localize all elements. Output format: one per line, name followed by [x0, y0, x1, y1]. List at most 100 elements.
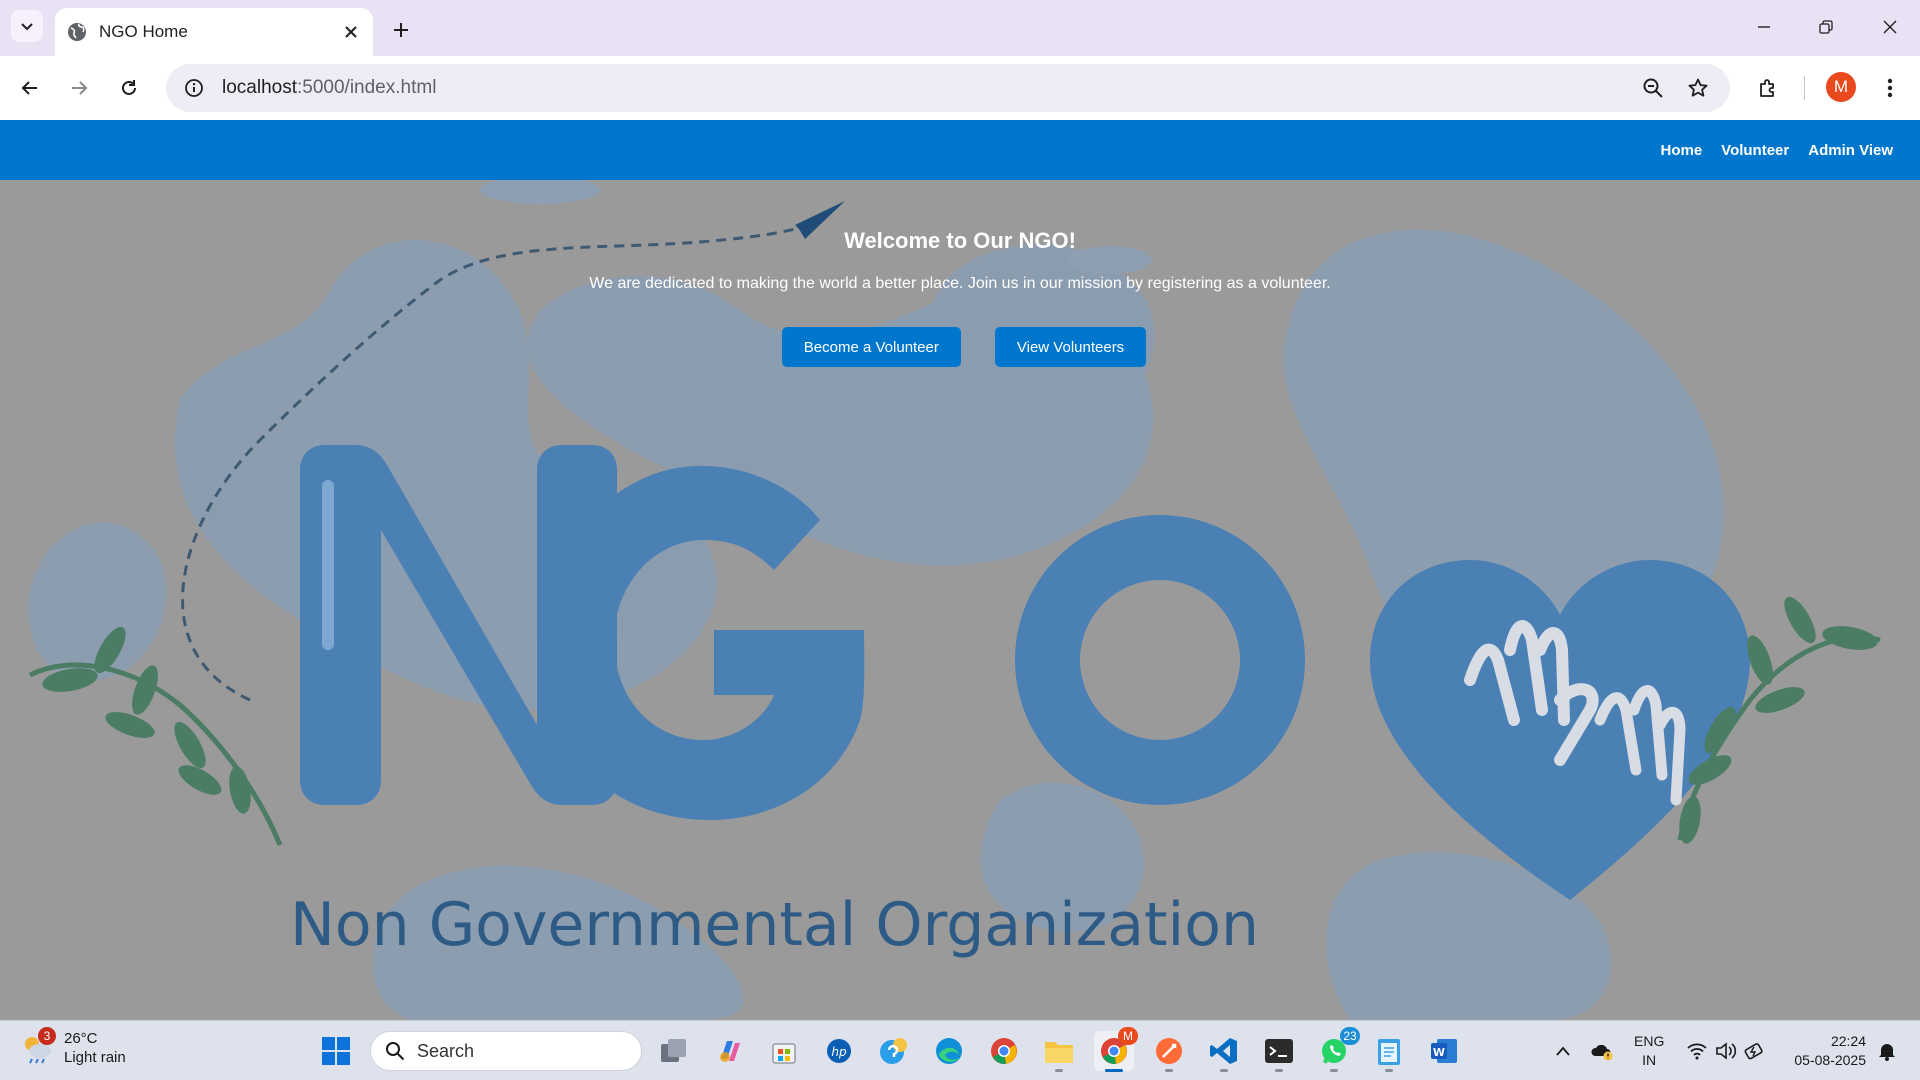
web-page: Home Volunteer Admin View Non Government… [0, 120, 1920, 1020]
kebab-menu-icon [1887, 78, 1893, 98]
input-language[interactable]: ENG IN [1634, 1032, 1664, 1070]
start-button[interactable] [316, 1031, 356, 1071]
taskbar-notepad[interactable] [1369, 1031, 1409, 1072]
running-indicator [1055, 1069, 1063, 1072]
word-icon: W [1431, 1039, 1457, 1063]
chrome-profile-badge: M [1118, 1027, 1138, 1045]
battery-tray[interactable] [1742, 1036, 1768, 1066]
address-bar[interactable]: localhost:5000/index.html [166, 64, 1730, 112]
arrow-left-icon [21, 81, 37, 95]
minimize-button[interactable] [1744, 10, 1784, 44]
taskbar-whatsapp[interactable]: 23 [1314, 1027, 1360, 1072]
back-button[interactable] [12, 70, 48, 106]
taskbar-terminal[interactable] [1259, 1031, 1299, 1072]
taskbar-chrome-profile[interactable]: M [1094, 1027, 1138, 1072]
volume-tray[interactable] [1713, 1036, 1739, 1066]
site-navbar: Home Volunteer Admin View [0, 120, 1920, 180]
running-indicator [1330, 1069, 1338, 1072]
hero-subtitle: We are dedicated to making the world a b… [589, 275, 1331, 292]
notification-bell-icon [1879, 1044, 1895, 1061]
weather-temp: 26°C [64, 1030, 98, 1047]
forward-button[interactable] [61, 70, 97, 106]
wifi-tray[interactable] [1684, 1036, 1710, 1066]
taskbar-postman[interactable] [1149, 1031, 1189, 1072]
taskbar-copilot[interactable] [709, 1031, 749, 1071]
taskbar-edge[interactable] [929, 1031, 969, 1071]
running-indicator [1275, 1069, 1283, 1072]
restore-icon [1819, 20, 1833, 34]
windows-logo-icon [322, 1037, 350, 1065]
clock-time: 22:24 [1830, 1033, 1866, 1049]
tab-search-button[interactable] [11, 10, 43, 42]
close-icon [1883, 20, 1897, 34]
nav-link-admin-view[interactable]: Admin View [1808, 142, 1893, 159]
task-view-icon [661, 1039, 686, 1062]
taskbar-store[interactable] [764, 1031, 804, 1071]
whatsapp-badge: 23 [1340, 1027, 1360, 1045]
browser-menu-button[interactable] [1872, 70, 1908, 106]
tips-icon [880, 1038, 907, 1064]
browser-tab-active[interactable]: NGO Home [55, 8, 373, 56]
view-volunteers-button[interactable]: View Volunteers [994, 327, 1147, 367]
plus-icon [394, 23, 408, 37]
onedrive-tray[interactable] [1588, 1036, 1616, 1066]
notifications-button[interactable] [1874, 1036, 1900, 1066]
taskbar-tips[interactable] [874, 1031, 914, 1071]
cloud-warning-icon [1591, 1044, 1613, 1061]
lang-line-2: IN [1642, 1052, 1657, 1068]
profile-avatar[interactable]: M [1826, 72, 1856, 102]
copilot-icon [720, 1041, 740, 1062]
store-icon [772, 1043, 796, 1064]
close-window-button[interactable] [1870, 10, 1910, 44]
svg-text:W: W [1433, 1046, 1445, 1059]
folder-icon [1045, 1042, 1073, 1063]
extensions-button[interactable] [1750, 70, 1786, 106]
bookmark-star-icon[interactable] [1680, 70, 1716, 106]
become-volunteer-button[interactable]: Become a Volunteer [781, 327, 961, 367]
task-view-button[interactable] [654, 1031, 694, 1071]
taskbar-file-explorer[interactable] [1039, 1031, 1079, 1072]
toolbar-divider [1804, 76, 1805, 100]
hero-buttons: Become a Volunteer View Volunteers [0, 327, 1920, 367]
chrome-icon [991, 1038, 1017, 1065]
puzzle-icon [1760, 79, 1774, 97]
browser-toolbar: localhost:5000/index.html [0, 56, 1920, 120]
taskbar-chrome[interactable] [984, 1031, 1024, 1071]
hero-title: Welcome to Our NGO! [844, 228, 1076, 253]
tab-title: NGO Home [99, 22, 188, 41]
globe-icon [67, 22, 87, 42]
notepad-icon [1378, 1039, 1400, 1065]
url-text: localhost:5000/index.html [222, 77, 437, 98]
running-indicator [1220, 1069, 1228, 1072]
lang-line-1: ENG [1634, 1033, 1665, 1049]
running-indicator [1165, 1069, 1173, 1072]
weather-widget[interactable]: 3 26°C Light rain [20, 1027, 126, 1067]
reload-button[interactable] [111, 70, 147, 106]
restore-button[interactable] [1806, 10, 1846, 44]
running-indicator-active [1105, 1069, 1123, 1072]
nav-link-home[interactable]: Home [1660, 142, 1702, 159]
svg-text:hp: hp [831, 1045, 847, 1059]
postman-icon [1156, 1038, 1182, 1064]
terminal-icon [1265, 1039, 1293, 1063]
hp-icon: hp [827, 1039, 851, 1063]
minimize-icon [1758, 26, 1770, 28]
close-tab-icon[interactable] [337, 18, 365, 46]
new-tab-button[interactable] [385, 14, 417, 46]
zoom-icon[interactable] [1635, 70, 1671, 106]
edge-icon [936, 1038, 962, 1064]
taskbar-search[interactable]: Search [370, 1031, 642, 1071]
browser-tabstrip: NGO Home [0, 0, 1920, 56]
taskbar-hp[interactable]: hp [819, 1031, 859, 1071]
clock-date: 05-08-2025 [1794, 1052, 1866, 1068]
weather-badge: 3 [38, 1027, 56, 1045]
reload-icon [122, 80, 136, 95]
vscode-icon [1210, 1038, 1237, 1064]
taskbar-vscode[interactable] [1204, 1031, 1244, 1072]
site-info-icon[interactable] [172, 66, 216, 110]
nav-link-volunteer[interactable]: Volunteer [1721, 142, 1789, 159]
taskbar-word[interactable]: W [1424, 1031, 1464, 1071]
chevron-down-icon [21, 23, 33, 31]
taskbar-clock[interactable]: 22:24 05-08-2025 [1786, 1032, 1866, 1070]
show-hidden-icons-button[interactable] [1551, 1036, 1575, 1066]
